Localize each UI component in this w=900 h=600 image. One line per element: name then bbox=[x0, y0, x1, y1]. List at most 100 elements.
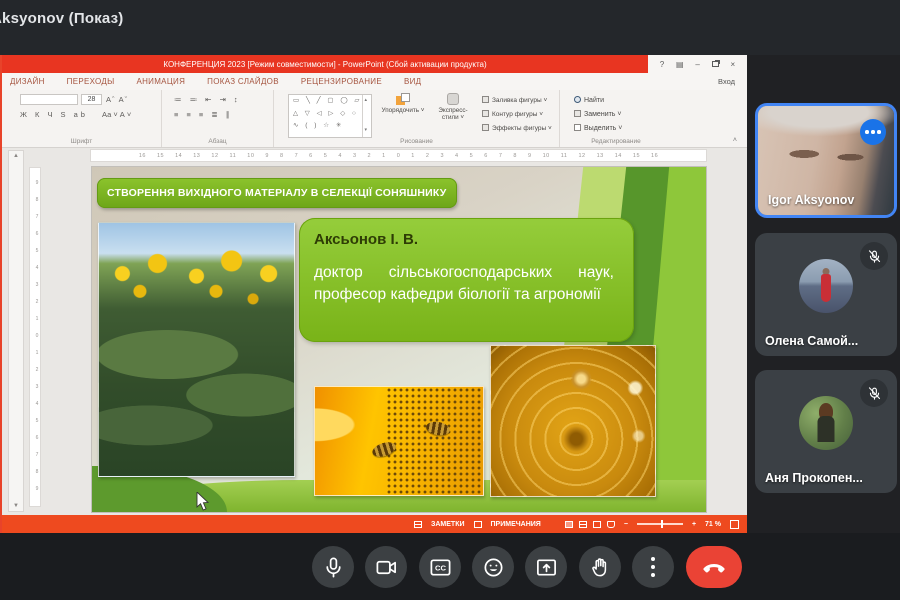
powerpoint-window: КОНФЕРЕНЦИЯ 2023 [Режим совместимости] -… bbox=[0, 55, 745, 533]
find-button[interactable]: Найти bbox=[574, 96, 604, 104]
collapse-ribbon-icon[interactable]: ˄ bbox=[733, 137, 737, 144]
zoom-out-icon[interactable]: − bbox=[624, 521, 628, 528]
participant-name: Аня Прокопен... bbox=[765, 471, 863, 485]
minimize-icon[interactable]: – bbox=[695, 60, 699, 69]
slide-title[interactable]: СТВОРЕННЯ ВИХІДНОГО МАТЕРІАЛУ В СЕЛЕКЦІЇ… bbox=[97, 178, 457, 208]
tab-design[interactable]: ДИЗАЙН bbox=[10, 77, 45, 86]
drawing-group: ▭ ╲ ╱ ▢ ◯ ▱ △ ▽ ◁ ▷ ◇ ○ ∿ ( ) ☆ ✳ ▴ ▾ Уп… bbox=[274, 90, 560, 147]
captions-button[interactable]: CC bbox=[419, 546, 461, 588]
more-options-button[interactable] bbox=[632, 546, 674, 588]
end-call-button[interactable] bbox=[686, 546, 742, 588]
present-screen-button[interactable] bbox=[525, 546, 567, 588]
window-title: КОНФЕРЕНЦИЯ 2023 [Режим совместимости] -… bbox=[2, 55, 648, 73]
normal-view-icon[interactable] bbox=[565, 521, 573, 528]
replace-icon bbox=[574, 110, 581, 117]
ribbon-options-icon[interactable]: ▤ bbox=[676, 60, 684, 69]
scroll-up-icon[interactable]: ▲ bbox=[13, 153, 19, 159]
font-group-label: Шрифт bbox=[2, 138, 161, 145]
grow-shrink-font-icons[interactable]: Аˆ Аˇ bbox=[106, 95, 128, 104]
gallery-down-icon[interactable]: ▾ bbox=[364, 126, 369, 136]
microphone-button[interactable] bbox=[312, 546, 354, 588]
alignment-icons[interactable]: ≡ ≡ ≡ ≣ ∥ bbox=[174, 110, 233, 119]
tab-animations[interactable]: АНИМАЦИЯ bbox=[136, 77, 185, 86]
shapes-gallery[interactable]: ▭ ╲ ╱ ▢ ◯ ▱ △ ▽ ◁ ▷ ◇ ○ ∿ ( ) ☆ ✳ ▴ ▾ bbox=[288, 94, 372, 138]
replace-button[interactable]: Заменить ˅ bbox=[574, 110, 622, 118]
author-description: доктор сільськогосподарських наук, профе… bbox=[314, 262, 614, 306]
shapes-gallery-scrollbar[interactable]: ▴ ▾ bbox=[362, 95, 371, 137]
participant-avatar bbox=[799, 396, 853, 450]
gallery-up-icon[interactable]: ▴ bbox=[364, 96, 369, 106]
zoom-in-icon[interactable]: + bbox=[692, 521, 696, 528]
window-controls: ? ▤ – × bbox=[648, 55, 747, 73]
comments-icon bbox=[474, 521, 482, 528]
shapes-row[interactable]: ▭ ╲ ╱ ▢ ◯ ▱ bbox=[293, 95, 371, 108]
shapes-row[interactable]: ∿ ( ) ☆ ✳ bbox=[293, 120, 371, 133]
participant-name: Олена Самой... bbox=[765, 334, 858, 348]
ribbon: 28 Аˆ Аˇ Ж К Ч S ab Аа ˅ А ˅ Шрифт ≔ ≕ ⇤… bbox=[2, 90, 747, 148]
camera-button[interactable] bbox=[365, 546, 407, 588]
comments-button[interactable]: ПРИМЕЧАНИЯ bbox=[491, 521, 541, 528]
slide-sorter-view-icon[interactable] bbox=[579, 521, 587, 528]
powerpoint-status-bar: ЗАМЕТКИ ПРИМЕЧАНИЯ − + 71 % bbox=[2, 515, 747, 533]
reactions-button[interactable] bbox=[472, 546, 514, 588]
top-strip: Aksyonov (Показ) bbox=[0, 0, 900, 55]
case-and-color-buttons[interactable]: Аа ˅ А ˅ bbox=[102, 110, 131, 119]
font-size-combobox[interactable]: 28 bbox=[81, 94, 102, 105]
font-name-combobox[interactable] bbox=[20, 94, 78, 105]
tile-more-options-button[interactable] bbox=[860, 119, 886, 145]
thumbnails-scrollbar[interactable]: ▲ ▼ bbox=[8, 150, 24, 512]
bees-on-sunflower-photo[interactable] bbox=[314, 386, 484, 496]
scroll-down-icon[interactable]: ▼ bbox=[13, 503, 19, 509]
zoom-percent[interactable]: 71 % bbox=[705, 521, 721, 528]
paragraph-group: ≔ ≕ ⇤ ⇥ ↕ ≡ ≡ ≡ ≣ ∥ Абзац bbox=[162, 90, 274, 147]
slideshow-view-icon[interactable] bbox=[607, 521, 615, 528]
tab-transitions[interactable]: ПЕРЕХОДЫ bbox=[67, 77, 115, 86]
font-format-buttons[interactable]: Ж К Ч S ab bbox=[20, 110, 88, 119]
shape-effects-button[interactable]: Эффекты фигуры ˅ bbox=[482, 124, 552, 132]
drawing-group-label: Рисование bbox=[274, 138, 559, 145]
reading-view-icon[interactable] bbox=[593, 521, 601, 528]
editing-canvas: ▲ ▼ 9 8 7 6 5 4 3 2 1 0 1 2 3 4 5 6 7 8 … bbox=[2, 148, 747, 515]
select-button[interactable]: Выделить ˅ bbox=[574, 124, 622, 132]
tab-slideshow[interactable]: ПОКАЗ СЛАЙДОВ bbox=[207, 77, 279, 86]
camera-icon bbox=[375, 556, 398, 579]
fit-to-window-icon[interactable] bbox=[730, 520, 739, 529]
editing-group-label: Редактирование bbox=[560, 138, 672, 145]
notes-icon bbox=[414, 521, 422, 528]
powerpoint-titlebar: КОНФЕРЕНЦИЯ 2023 [Режим совместимости] -… bbox=[2, 55, 747, 73]
sunflower-field-photo[interactable] bbox=[98, 222, 295, 477]
zoom-slider-thumb[interactable] bbox=[661, 520, 664, 528]
help-icon[interactable]: ? bbox=[660, 60, 664, 69]
meet-window: Aksyonov (Показ) КОНФЕРЕНЦИЯ 2023 [Режим… bbox=[0, 0, 900, 600]
view-buttons bbox=[565, 521, 615, 528]
font-group: 28 Аˆ Аˇ Ж К Ч S ab Аа ˅ А ˅ Шрифт bbox=[2, 90, 162, 147]
author-name: Аксьонов І. В. bbox=[314, 231, 619, 248]
tab-view[interactable]: ВИД bbox=[404, 77, 421, 86]
shape-outline-button[interactable]: Контур фигуры ˅ bbox=[482, 110, 543, 118]
author-text-box[interactable]: Аксьонов І. В. доктор сільськогосподарсь… bbox=[299, 218, 634, 342]
participant-tile-igor[interactable]: Igor Aksyonov bbox=[755, 103, 897, 218]
quick-styles-icon bbox=[447, 93, 459, 105]
raise-hand-button[interactable] bbox=[579, 546, 621, 588]
sign-in-link[interactable]: Вход bbox=[718, 77, 735, 86]
horizontal-ruler: 16 15 14 13 12 11 10 9 8 7 6 5 4 3 2 1 0… bbox=[90, 149, 707, 162]
zoom-slider[interactable] bbox=[637, 523, 683, 525]
arrange-button[interactable]: Упорядочить ˅ bbox=[378, 93, 428, 114]
participant-tile-olena[interactable]: Олена Самой... bbox=[755, 233, 897, 356]
quick-styles-button[interactable]: Экспресс- стили ˅ bbox=[430, 93, 476, 122]
participant-name: Igor Aksyonov bbox=[768, 193, 854, 207]
participant-tile-anya[interactable]: Аня Прокопен... bbox=[755, 370, 897, 493]
close-icon[interactable]: × bbox=[730, 60, 735, 69]
restore-icon[interactable] bbox=[712, 61, 719, 67]
oil-drop-photo[interactable] bbox=[490, 345, 656, 497]
notes-button[interactable]: ЗАМЕТКИ bbox=[431, 521, 465, 528]
list-indent-icons[interactable]: ≔ ≕ ⇤ ⇥ ↕ bbox=[174, 95, 241, 104]
shape-fill-button[interactable]: Заливка фигуры ˅ bbox=[482, 96, 547, 104]
captions-icon: CC bbox=[429, 556, 452, 579]
present-screen-icon bbox=[535, 556, 558, 579]
tab-review[interactable]: РЕЦЕНЗИРОВАНИЕ bbox=[301, 77, 382, 86]
mouse-cursor bbox=[196, 492, 210, 512]
slide[interactable]: СТВОРЕННЯ ВИХІДНОГО МАТЕРІАЛУ В СЕЛЕКЦІЇ… bbox=[92, 167, 706, 512]
shapes-row[interactable]: △ ▽ ◁ ▷ ◇ ○ bbox=[293, 108, 371, 121]
svg-text:CC: CC bbox=[434, 563, 446, 572]
